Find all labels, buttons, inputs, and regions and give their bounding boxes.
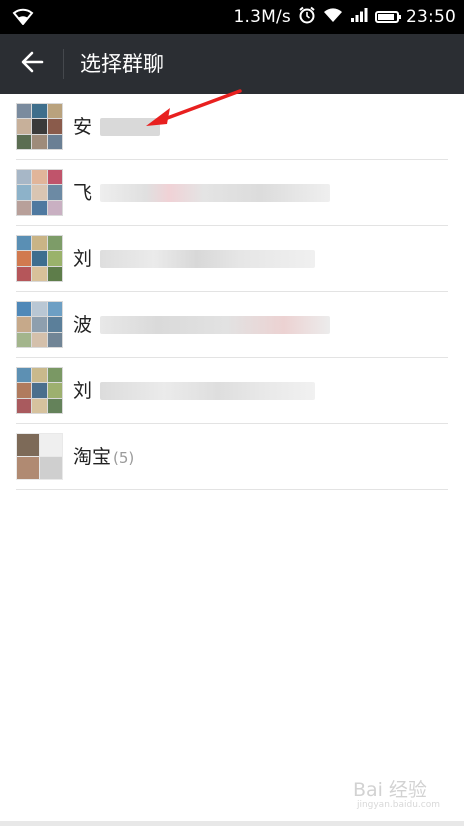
row-divider — [16, 489, 448, 490]
group-row[interactable]: 淘宝 (5) — [0, 424, 464, 490]
annotation-arrow-icon — [140, 88, 244, 138]
group-name: 飞 — [73, 182, 93, 204]
watermark-text: Bai 经验 — [352, 779, 427, 801]
network-speed: 1.3M/s — [233, 7, 291, 27]
page-title: 选择群聊 — [80, 52, 164, 76]
wifi-signal-icon — [323, 7, 343, 28]
group-avatar — [16, 301, 63, 348]
group-name: 刘 — [73, 380, 93, 402]
member-count: (5) — [113, 449, 135, 467]
group-name: 淘宝 (5) — [73, 446, 135, 468]
status-icons: 1.3M/s 23:50 — [234, 0, 457, 34]
clock: 23:50 — [406, 7, 456, 27]
group-avatar — [16, 433, 63, 480]
blurred-text — [100, 250, 315, 268]
group-list: 安 飞 刘 波 刘 淘宝 (5) — [0, 94, 464, 490]
group-avatar — [16, 367, 63, 414]
bottom-edge — [0, 821, 464, 826]
alarm-icon — [298, 6, 316, 29]
wifi-icon — [12, 7, 34, 29]
group-row[interactable]: 刘 — [0, 358, 464, 424]
watermark-subtext: jingyan.baidu.com — [356, 800, 440, 810]
title-divider — [63, 49, 64, 79]
default-avatar-icon — [40, 457, 62, 479]
blurred-text — [100, 382, 315, 400]
group-avatar — [16, 169, 63, 216]
baidu-watermark: Bai 经验 jingyan.baidu.com — [353, 775, 440, 810]
group-avatar — [16, 235, 63, 282]
status-bar: 1.3M/s 23:50 — [0, 0, 464, 34]
group-name: 波 — [73, 314, 93, 336]
group-avatar — [16, 103, 63, 150]
screen: 1.3M/s 23:50 选择群聊 安 飞 刘 波 刘 淘宝 (5) Bai 经… — [0, 0, 464, 826]
group-name: 刘 — [73, 248, 93, 270]
back-button[interactable] — [6, 34, 58, 94]
group-name: 安 — [73, 116, 93, 138]
signal-icon — [350, 7, 368, 28]
back-arrow-icon — [20, 51, 44, 77]
blurred-text — [100, 184, 330, 202]
group-row[interactable]: 波 — [0, 292, 464, 358]
title-bar: 选择群聊 — [0, 34, 464, 94]
group-row[interactable]: 刘 — [0, 226, 464, 292]
blurred-text — [100, 316, 330, 334]
battery-icon — [375, 11, 401, 23]
group-row[interactable]: 飞 — [0, 160, 464, 226]
